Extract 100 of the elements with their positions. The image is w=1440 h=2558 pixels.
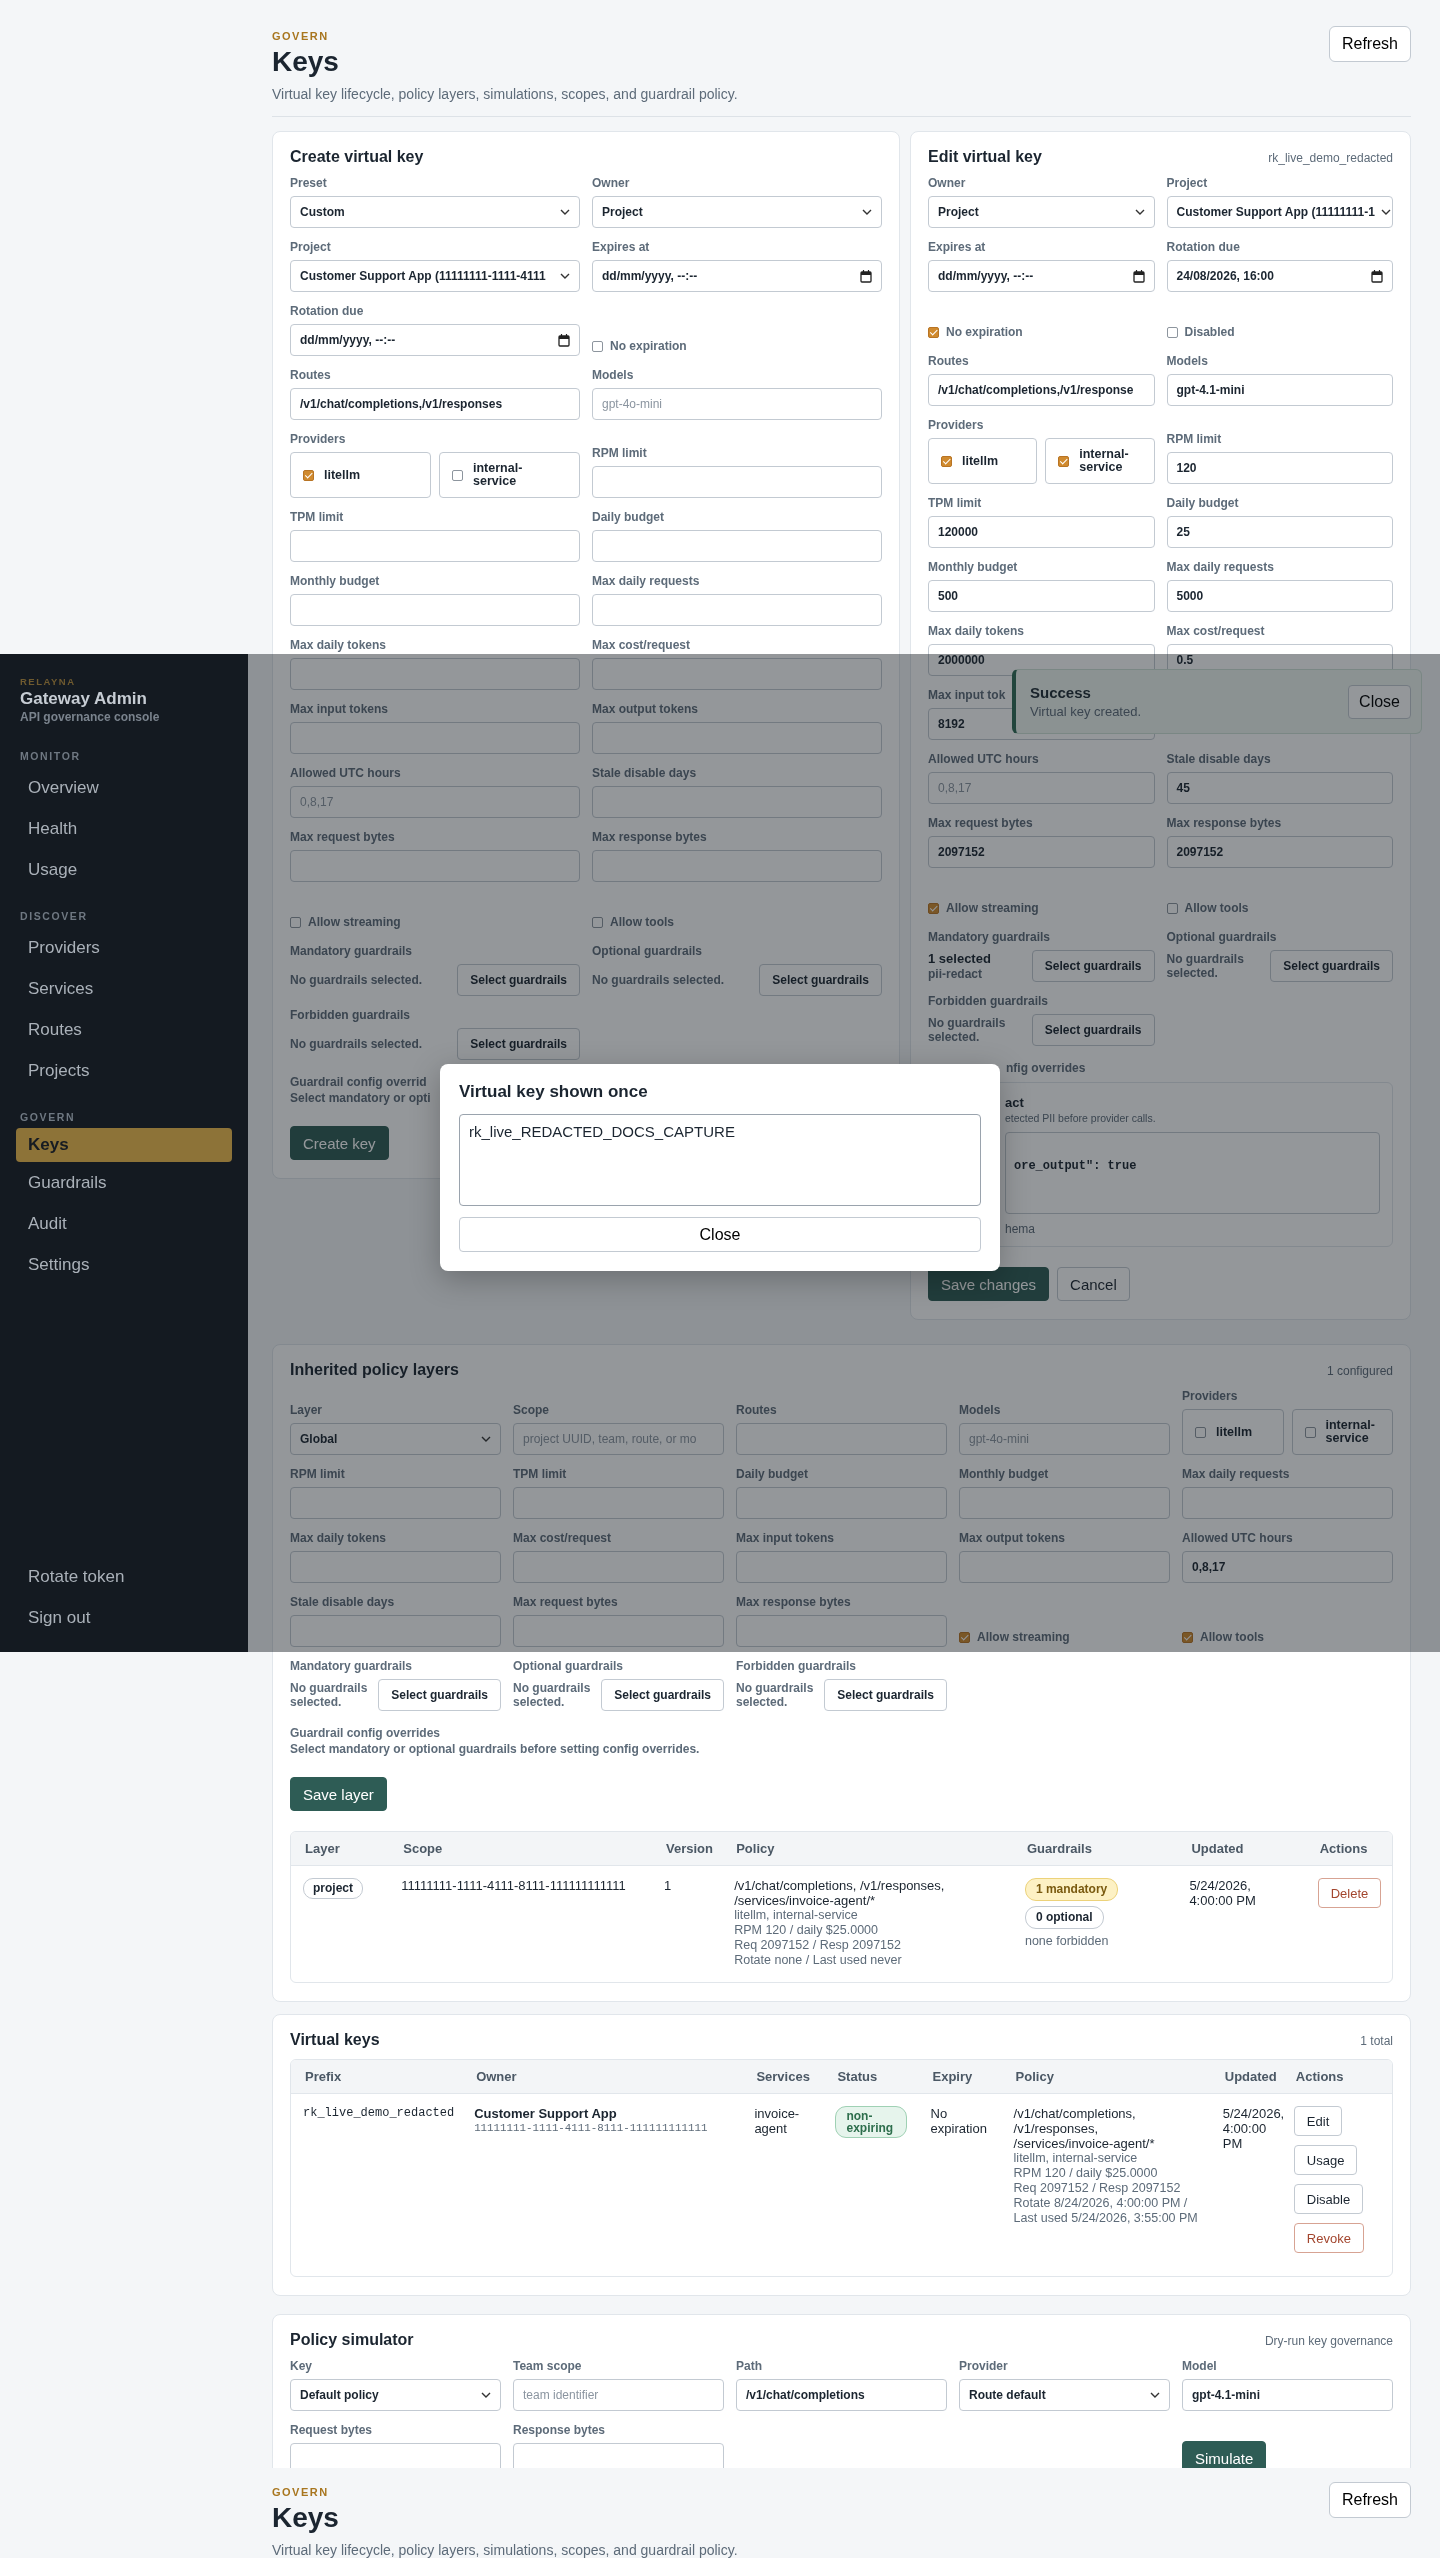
nav-section-title: MONITOR xyxy=(19,749,82,764)
guardrail-summary: No guardrails selected. xyxy=(592,973,726,987)
guardrail-title: act xyxy=(1005,1095,1025,1110)
schema-note: hema xyxy=(1005,1222,1037,1236)
field-label: Max cost/request xyxy=(592,638,691,652)
field-label: Max cost/request xyxy=(1166,624,1265,638)
field-label: Forbidden guardrails xyxy=(290,1008,410,1022)
field-label: RPM limit xyxy=(290,1467,345,1481)
card-title: Inherited policy layers xyxy=(290,1361,459,1379)
table-cell: 1 xyxy=(651,1865,723,1982)
config-note: Select mandatory or optional guardrails before setting config overrides. xyxy=(290,1741,700,1757)
guardrail-summary: 1 selected xyxy=(928,951,992,967)
field-label: Routes xyxy=(928,354,969,368)
field-label: Expires at xyxy=(928,240,986,254)
field-label: Max request bytes xyxy=(290,830,395,844)
guardrail-badge: 0 optional xyxy=(1024,1906,1104,1929)
field-label: Max response bytes xyxy=(736,1595,851,1609)
guardrail-badge: 1 mandatory xyxy=(1024,1878,1119,1901)
checkbox-label: Allow streaming xyxy=(308,915,401,929)
field-label: TPM limit xyxy=(513,1467,567,1481)
field-label: Mandatory guardrails xyxy=(290,944,413,958)
table-cell: rk_live_demo_redacted xyxy=(291,2093,463,2276)
field-label: Monthly budget xyxy=(959,1467,1049,1481)
column-header: Updated xyxy=(1210,2060,1282,2094)
guardrail-summary: No guardrails selected. xyxy=(1166,952,1245,980)
table-cell: invoice-agent xyxy=(742,2093,824,2276)
config-note: Select mandatory or opti xyxy=(290,1090,431,1106)
field-label: Max daily requests xyxy=(592,574,700,588)
column-header: Updated xyxy=(1177,1832,1306,1866)
layer-tag: project xyxy=(303,1878,363,1899)
field-label: Max request bytes xyxy=(513,1595,618,1609)
checkbox-label: No expiration xyxy=(610,339,687,353)
page-subtitle: Virtual key lifecycle, policy layers, simulations, scopes, and guardrail policy. xyxy=(272,86,738,102)
field-label: Routes xyxy=(290,368,331,382)
policy-detail: litellm, internal-service xyxy=(734,1908,859,1923)
field-label: Optional guardrails xyxy=(592,944,702,958)
toast-title: Success xyxy=(1030,684,1092,701)
field-label: Key xyxy=(290,2359,312,2373)
guardrail-summary: No guardrails selected. xyxy=(736,1681,815,1709)
owner-name: Customer Support App xyxy=(474,2106,618,2121)
column-header: Policy xyxy=(1001,2060,1211,2094)
section-eyebrow: GOVERN xyxy=(272,2486,330,2498)
field-label: Team scope xyxy=(513,2359,582,2373)
checkbox-label: Allow tools xyxy=(1200,1630,1264,1644)
field-label: Allowed UTC hours xyxy=(290,766,401,780)
status-badge: non-expiring xyxy=(835,2106,907,2138)
card-meta: Dry-run key governance xyxy=(1264,2334,1393,2348)
field-label: Max output tokens xyxy=(592,702,698,716)
brand-eyebrow: RELAYNA xyxy=(19,676,77,687)
guardrail-note: none forbidden xyxy=(1024,1934,1110,1949)
field-label: Max daily requests xyxy=(1166,560,1274,574)
field-label: Max daily requests xyxy=(1182,1467,1290,1481)
field-label: Max request bytes xyxy=(928,816,1033,830)
table-cell: 5/24/2026, 4:00:00 PM xyxy=(1177,1865,1306,1982)
guardrail-description: etected PII before provider calls. xyxy=(1005,1112,1157,1124)
field-label: Rotation due xyxy=(290,304,364,318)
column-header: Services xyxy=(742,2060,824,2094)
table-cell: 5/24/2026, 4:00:00 PM xyxy=(1210,2093,1282,2276)
modal-title: Virtual key shown once xyxy=(459,1082,649,1102)
field-label: Scope xyxy=(513,1403,549,1417)
field-label: Daily budget xyxy=(736,1467,808,1481)
column-header: Policy xyxy=(722,1832,1013,1866)
field-label: Allowed UTC hours xyxy=(928,752,1039,766)
field-label: Provider xyxy=(959,2359,1008,2373)
policy-detail: Req 2097152 / Resp 2097152 xyxy=(1013,2181,1182,2196)
column-header: Status xyxy=(823,2060,919,2094)
column-header: Version xyxy=(651,1832,723,1866)
column-header: Actions xyxy=(1305,1832,1392,1866)
toast-message: Virtual key created. xyxy=(1030,704,1143,719)
field-label: Project xyxy=(290,240,331,254)
column-header: Prefix xyxy=(291,2060,463,2094)
column-header: Actions xyxy=(1281,2060,1392,2094)
field-label: Monthly budget xyxy=(928,560,1018,574)
checkbox-label: Allow tools xyxy=(610,915,674,929)
column-header: Guardrails xyxy=(1012,1832,1178,1866)
field-label: Models xyxy=(592,368,634,382)
card-meta: 1 configured xyxy=(1326,1364,1393,1378)
field-label: Daily budget xyxy=(592,510,664,524)
field-label: Max input tokens xyxy=(736,1531,834,1545)
nav-section-title: GOVERN xyxy=(19,1110,77,1125)
field-label: Forbidden guardrails xyxy=(736,1659,856,1673)
table-cell: 11111111-1111-4111-8111-111111111111 xyxy=(389,1865,652,1982)
field-label: nfig overrides xyxy=(1006,1060,1086,1076)
checkbox-label: Allow streaming xyxy=(946,901,1039,915)
column-header: Layer xyxy=(291,1832,390,1866)
field-label: Max output tokens xyxy=(959,1531,1065,1545)
field-label: Allowed UTC hours xyxy=(1182,1531,1293,1545)
field-label: Stale disable days xyxy=(290,1595,395,1609)
guardrail-name: pii-redact xyxy=(928,967,983,981)
policy-detail: RPM 120 / daily $25.0000 xyxy=(734,1923,879,1938)
guardrail-summary: No guardrails selected. xyxy=(513,1681,592,1709)
field-label: Max response bytes xyxy=(1166,816,1282,830)
brand-title: Gateway Admin xyxy=(19,688,148,709)
field-label: Layer xyxy=(290,1403,323,1417)
field-label: Preset xyxy=(290,176,327,190)
field-label: RPM limit xyxy=(592,446,647,460)
field-label: Guardrail config overrides xyxy=(290,1725,441,1741)
field-label: RPM limit xyxy=(1166,432,1222,446)
field-label: Path xyxy=(736,2359,762,2373)
page-title: Keys xyxy=(272,2502,340,2534)
